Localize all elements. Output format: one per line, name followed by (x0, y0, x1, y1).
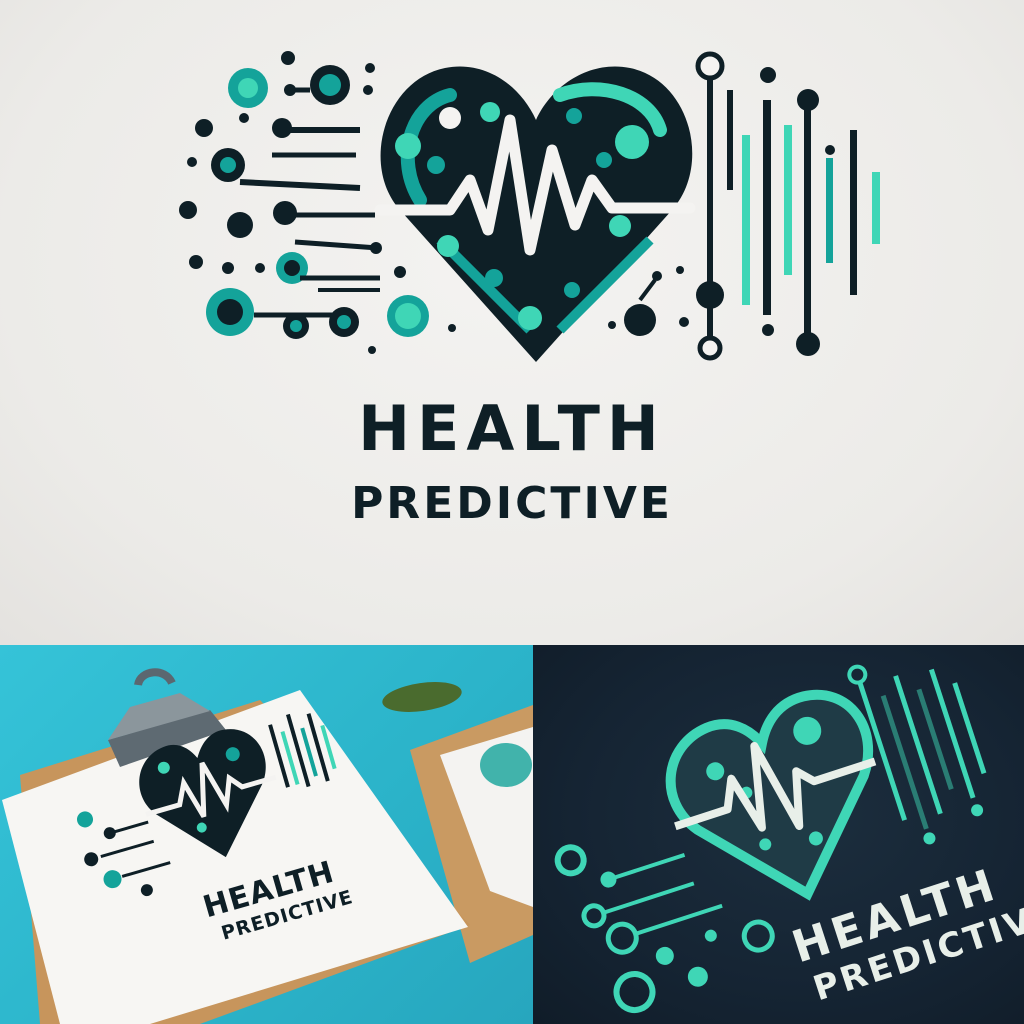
fabric-mockup: HEALTH PREDICTIVE (533, 645, 1024, 1024)
fabric-scene: HEALTH PREDICTIVE (554, 664, 1024, 1014)
brand-word-predictive: PREDICTIVE (351, 478, 673, 529)
brand-word-health: HEALTH (358, 392, 666, 465)
clipboard-scene: HEALTH PREDICTIVE (2, 668, 533, 1024)
clipboard-mockup: HEALTH PREDICTIVE (0, 645, 533, 1024)
logo-graphic (179, 51, 880, 363)
main-logo-panel: HEALTH PREDICTIVE (0, 0, 1024, 645)
herb-decoration (382, 682, 462, 712)
